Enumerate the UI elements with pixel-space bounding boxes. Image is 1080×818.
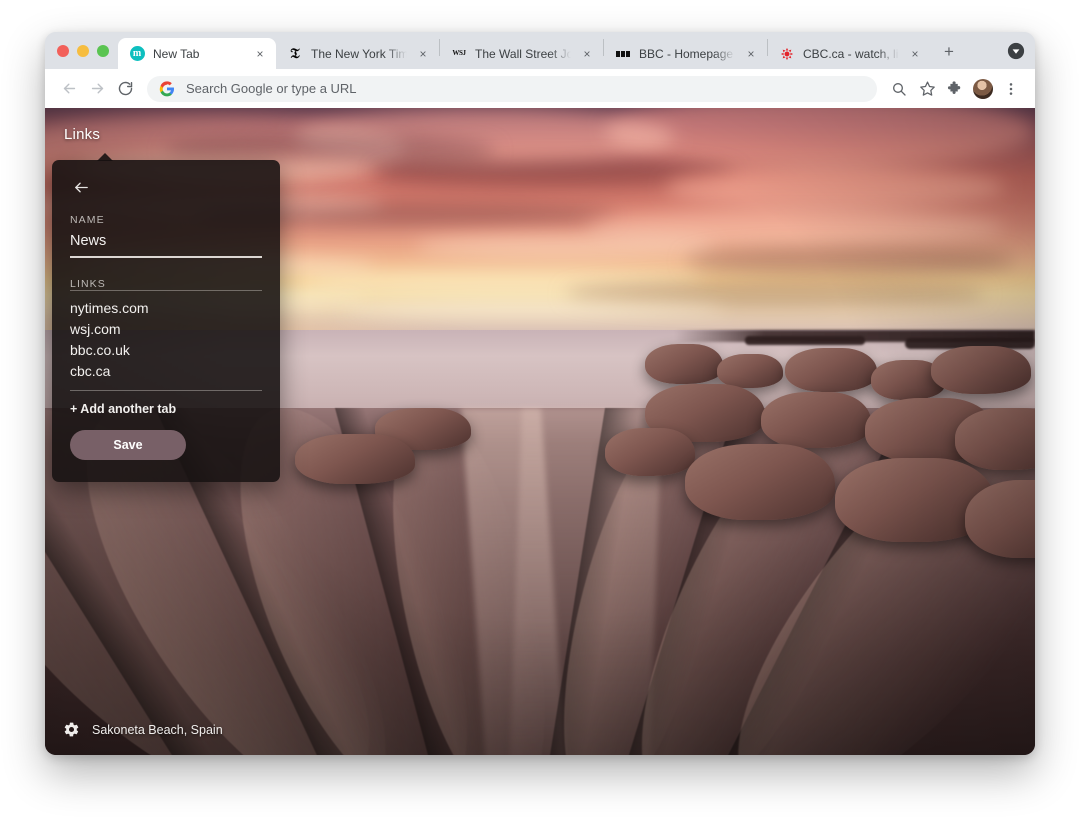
new-tab-page: Links NAME News LINKS nytimes.com wsj.co… [45,108,1035,755]
momentum-icon: m [129,46,145,62]
tab-wsj[interactable]: WSJ The Wall Street Journal × [440,38,603,69]
back-arrow-icon[interactable] [70,176,92,198]
nytimes-icon: 𝔗 [290,45,300,62]
zoom-window-button[interactable] [97,44,109,57]
tab-new-tab[interactable]: m New Tab × [118,38,276,69]
name-input[interactable]: News [70,233,262,256]
address-bar[interactable]: Search Google or type a URL [147,75,877,102]
avatar[interactable] [969,75,997,103]
wsj-icon: WSJ [452,49,466,57]
page-title: Links [64,126,101,143]
gear-icon[interactable] [63,721,80,738]
close-window-button[interactable] [57,44,69,57]
tab-close-button[interactable]: × [413,44,433,64]
link-input[interactable]: cbc.ca [70,361,262,382]
name-input-underline [70,256,262,258]
links-field-label: LINKS [70,277,106,290]
bbc-icon [615,46,631,62]
zoom-search-icon[interactable] [885,75,913,103]
tab-title: The Wall Street Journal [475,46,571,61]
reload-icon[interactable] [111,75,139,103]
links-divider-top [70,289,262,291]
tab-search-icon[interactable] [1007,42,1025,60]
browser-toolbar: Search Google or type a URL [45,69,1035,108]
browser-window: m New Tab × 𝔗 The New York Times - B × W… [45,32,1035,755]
forward-arrow-icon[interactable] [83,75,111,103]
tab-title: The New York Times - B [311,46,407,61]
tab-close-button[interactable]: × [741,44,761,64]
link-input[interactable]: bbc.co.uk [70,340,262,361]
tab-title: New Tab [153,46,200,61]
tab-nytimes[interactable]: 𝔗 The New York Times - B × [276,38,439,69]
tab-bbc[interactable]: BBC - Homepage × [604,38,767,69]
cbc-icon [779,46,795,62]
tab-close-button[interactable]: × [905,44,925,64]
links-list: nytimes.com wsj.com bbc.co.uk cbc.ca [70,298,262,382]
tab-close-button[interactable]: × [250,44,270,64]
tab-close-button[interactable]: × [577,44,597,64]
add-another-tab-button[interactable]: + Add another tab [70,402,262,416]
three-dot-menu-icon[interactable] [997,75,1025,103]
star-icon[interactable] [913,75,941,103]
tab-title: BBC - Homepage [639,46,734,61]
window-traffic-lights [53,32,118,69]
google-g-icon [159,80,175,97]
minimize-window-button[interactable] [77,44,89,57]
save-button[interactable]: Save [70,429,186,460]
attribution-label: Sakoneta Beach, Spain [92,722,223,737]
puzzle-icon[interactable] [941,75,969,103]
attribution-bar: Sakoneta Beach, Spain [63,721,223,738]
tab-title: CBC.ca - watch, listen, [803,46,899,61]
link-input[interactable]: nytimes.com [70,298,262,319]
links-divider-bottom [70,389,262,391]
tab-cbc[interactable]: CBC.ca - watch, listen, × [768,38,931,69]
new-tab-button[interactable]: + [935,38,963,66]
name-field-label: NAME [70,214,105,226]
tab-strip: m New Tab × 𝔗 The New York Times - B × W… [45,32,1035,69]
link-input[interactable]: wsj.com [70,319,262,340]
link-group-edit-panel: NAME News LINKS nytimes.com wsj.com bbc.… [52,153,280,482]
back-arrow-icon[interactable] [55,75,83,103]
address-bar-placeholder: Search Google or type a URL [186,81,357,96]
